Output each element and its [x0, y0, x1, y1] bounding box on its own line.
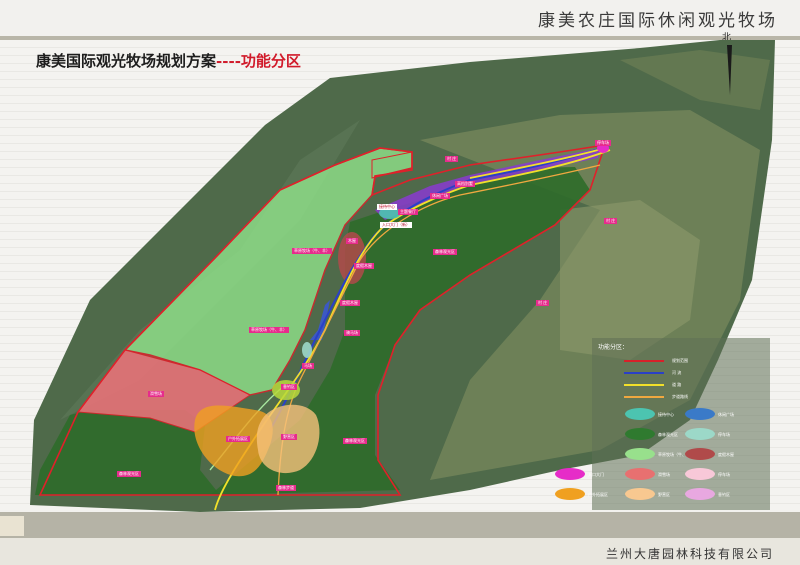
label-leisure-plaza: 休闲广场 [430, 193, 450, 199]
legend-swatch-outdoor-label: 户外拓展区 [588, 492, 608, 497]
label-ski: 滑雪场 [148, 391, 164, 397]
legend-swatch-camp [625, 488, 655, 500]
legend-swatch-fishing [685, 488, 715, 500]
label-outdoor: 户外拓展区 [226, 436, 250, 442]
legend-swatch-plaza-label: 休闲广场 [718, 412, 734, 417]
label-forest-trail: 森林步道 [276, 485, 296, 491]
legend-swatch-gate-label: 入口大门 [588, 472, 604, 477]
legend-line-road-label: 道 路 [672, 382, 682, 387]
label-cabin-2: 度假木屋 [340, 300, 360, 306]
label-village-1: 村 庄 [445, 156, 459, 162]
legend-swatch-reception-label: 接待中心 [658, 412, 674, 417]
zone-parking [302, 342, 312, 358]
legend-title: 功能分区： [598, 344, 629, 351]
legend-line-road [624, 384, 664, 386]
label-forest-3: 森林观光区 [117, 471, 141, 477]
plan-title: 康美国际观光牧场规划方案----功能分区 [36, 50, 301, 71]
legend-swatch-parking-label: 停车场 [718, 432, 730, 437]
label-grassland-2: 草原牧场（牛、羊） [249, 327, 289, 333]
legend-line-boundary-label: 规划范围 [672, 358, 688, 363]
label-village-2: 村 庄 [604, 218, 618, 224]
legend-swatch-parking-2-label: 停车场 [718, 472, 730, 477]
label-village-3: 村 庄 [536, 300, 550, 306]
legend-swatch-plaza [685, 408, 715, 420]
plan-title-main: 康美国际观光牧场规划方案 [36, 52, 217, 70]
legend-swatch-gate [555, 468, 585, 480]
label-wood-cabin: 木屋 [346, 238, 358, 244]
label-entrance-new: 入口大门（新） [380, 222, 412, 228]
legend-swatch-parking-2 [685, 468, 715, 480]
zone-fishing [272, 380, 300, 400]
label-forest-1: 森林观光区 [433, 249, 457, 255]
legend-line-river-label: 河 流 [672, 370, 682, 375]
label-grassland-1: 草原牧场（牛、羊） [292, 248, 332, 254]
legend-line-path-label: 步道路线 [672, 394, 688, 399]
legend-swatch-forest-label: 森林观光区 [658, 432, 678, 437]
legend-line-path [624, 396, 664, 398]
aerial-map [30, 40, 775, 512]
label-villa: 高档别墅 [455, 181, 475, 187]
bottom-band [0, 512, 800, 538]
legend-swatch-parking [685, 428, 715, 440]
legend-swatch-ski-label: 滑雪场 [658, 472, 670, 477]
label-forest-2: 森林观光区 [343, 438, 367, 444]
label-reception: 接待中心 [377, 204, 397, 210]
legend-swatch-cabin-label: 度假木屋 [718, 452, 734, 457]
label-fishing: 垂钓区 [281, 384, 297, 390]
legend-swatch-camp-label: 野营区 [658, 492, 670, 497]
label-restaurant: 主题餐厅 [398, 209, 418, 215]
label-camp: 野营区 [281, 434, 297, 440]
label-cabin-1: 度假木屋 [354, 263, 374, 269]
legend-swatch-forest [625, 428, 655, 440]
legend-swatch-fishing-label: 垂钓区 [718, 492, 730, 497]
label-horse-field: 马场 [302, 363, 314, 369]
legend-swatch-grassland [625, 448, 655, 460]
label-parking: 停车场 [595, 140, 611, 146]
plan-title-suffix: ----功能分区 [216, 52, 301, 70]
legend-swatch-ski [625, 468, 655, 480]
label-riding: 骑马场 [344, 330, 360, 336]
legend-swatch-reception [625, 408, 655, 420]
footer-company: 兰州大唐园林科技有限公司 [605, 547, 774, 561]
legend-swatch-outdoor [555, 488, 585, 500]
bottom-corner-block [0, 516, 24, 536]
legend-swatch-cabin [685, 448, 715, 460]
legend-line-river [624, 372, 664, 374]
legend-line-boundary [624, 360, 664, 362]
